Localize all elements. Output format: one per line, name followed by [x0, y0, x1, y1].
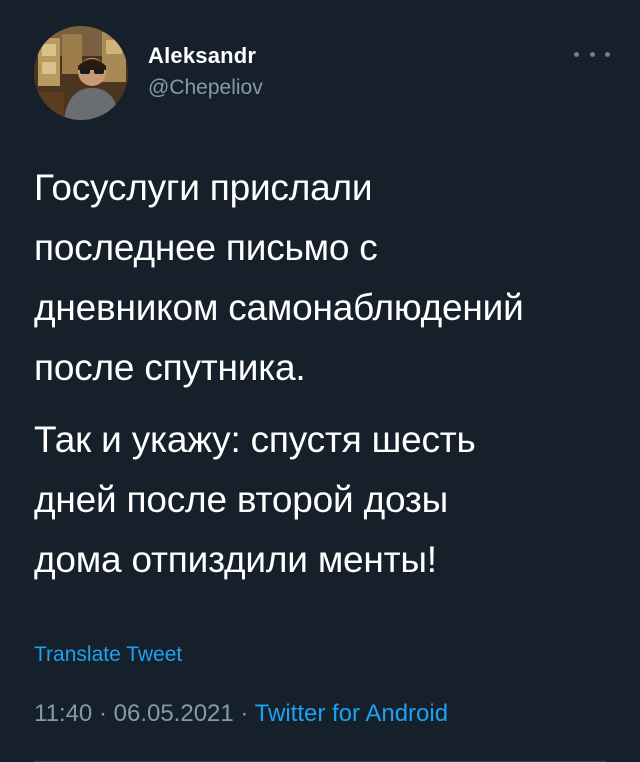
tweet-header: Aleksandr @Chepeliov — [34, 26, 614, 126]
author-display-name[interactable]: Aleksandr — [148, 42, 263, 70]
author-handle[interactable]: @Chepeliov — [148, 74, 263, 102]
tweet-paragraph: Госуслуги прислали последнее письмо с дн… — [34, 167, 524, 388]
translate-tweet-link[interactable]: Translate Tweet — [34, 640, 182, 670]
more-dot — [589, 51, 595, 57]
tweet-metadata: 11:40 · 06.05.2021 · Twitter for Android — [34, 698, 448, 730]
meta-separator: · — [98, 700, 107, 727]
tweet-date[interactable]: 06.05.2021 — [114, 700, 234, 727]
more-dot — [574, 51, 579, 57]
tweet-time[interactable]: 11:40 — [34, 700, 92, 727]
avatar[interactable] — [34, 26, 128, 120]
avatar-image — [34, 26, 128, 120]
more-horizontal-icon[interactable] — [574, 44, 610, 64]
author-names: Aleksandr @Chepeliov — [148, 42, 263, 102]
more-dot — [605, 51, 610, 57]
tweet-paragraph: Так и укажу: спустя шесть дней после вто… — [34, 419, 476, 580]
tweet-text: Госуслуги прислали последнее письмо с дн… — [34, 158, 614, 590]
tweet-source-app[interactable]: Twitter for Android — [255, 700, 448, 727]
meta-separator: · — [240, 700, 249, 727]
tweet-card: Aleksandr @Chepeliov Госуслуги прислали … — [0, 0, 640, 762]
